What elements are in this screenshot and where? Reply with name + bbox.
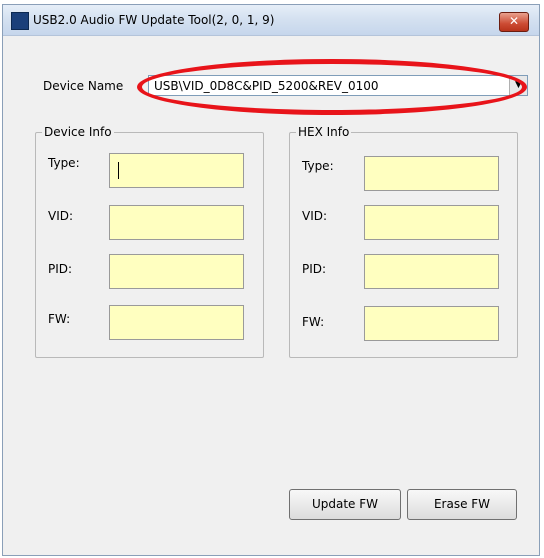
device-vid-field[interactable] [109, 205, 244, 240]
device-name-label: Device Name [43, 79, 124, 93]
hex-type-label: Type: [302, 159, 334, 173]
hex-fw-label: FW: [302, 315, 325, 329]
hex-info-title: HEX Info [296, 125, 352, 139]
device-name-value: USB\VID_0D8C&PID_5200&REV_0100 [154, 79, 379, 93]
text-caret [118, 162, 119, 179]
device-type-field[interactable] [109, 153, 244, 188]
app-icon [11, 12, 29, 30]
hex-vid-field[interactable] [364, 205, 499, 240]
erase-fw-button[interactable]: Erase FW [407, 489, 517, 520]
device-fw-field[interactable] [109, 305, 244, 340]
title-bar[interactable]: USB2.0 Audio FW Update Tool(2, 0, 1, 9) … [3, 5, 539, 36]
hex-fw-field[interactable] [364, 306, 499, 341]
device-vid-label: VID: [48, 209, 74, 223]
device-pid-field[interactable] [109, 254, 244, 289]
device-fw-label: FW: [48, 312, 71, 326]
hex-pid-label: PID: [302, 262, 327, 276]
close-button[interactable]: ✕ [499, 12, 529, 32]
hex-pid-field[interactable] [364, 254, 499, 289]
close-icon: ✕ [508, 14, 520, 28]
hex-type-field[interactable] [364, 156, 499, 191]
device-type-label: Type: [48, 156, 80, 170]
device-name-select[interactable]: USB\VID_0D8C&PID_5200&REV_0100 ▼ [148, 75, 528, 96]
device-pid-label: PID: [48, 262, 73, 276]
update-fw-button[interactable]: Update FW [289, 489, 401, 520]
app-window: USB2.0 Audio FW Update Tool(2, 0, 1, 9) … [2, 4, 540, 556]
hex-vid-label: VID: [302, 209, 328, 223]
window-title: USB2.0 Audio FW Update Tool(2, 0, 1, 9) [33, 13, 275, 27]
chevron-down-icon[interactable]: ▼ [509, 76, 527, 95]
device-info-title: Device Info [42, 125, 114, 139]
